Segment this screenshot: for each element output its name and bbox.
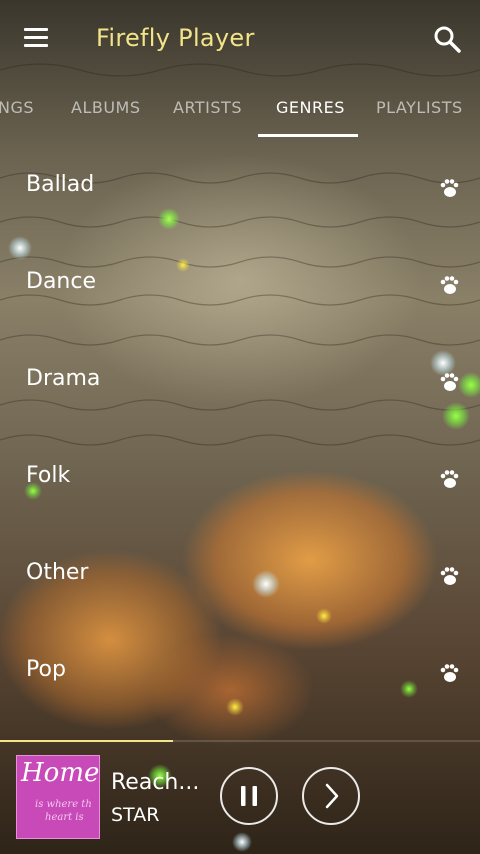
app-bar: Firefly Player (0, 0, 480, 76)
album-art[interactable]: Home is where th heart is (16, 755, 100, 839)
genre-list-item[interactable]: Ballad (0, 172, 480, 269)
genre-list-item[interactable]: Dance (0, 269, 480, 366)
tab-playlists[interactable]: PLAYLISTS (376, 98, 463, 117)
now-playing-bar: Home is where th heart is Reach... STAR (0, 742, 480, 854)
genre-label: Other (26, 560, 89, 585)
genre-label: Ballad (26, 172, 95, 197)
pause-button[interactable] (220, 767, 278, 825)
hamburger-menu-icon[interactable] (20, 22, 56, 54)
genre-label: Pop (26, 657, 66, 682)
tab-genres[interactable]: GENRES (276, 98, 345, 117)
paw-icon[interactable] (438, 566, 460, 588)
genre-label: Drama (26, 366, 101, 391)
tab-albums[interactable]: ALBUMS (71, 98, 141, 117)
paw-icon[interactable] (438, 372, 460, 394)
pause-icon (241, 786, 257, 806)
genre-label: Dance (26, 269, 96, 294)
tab-songs[interactable]: NGS (0, 98, 34, 117)
paw-icon[interactable] (438, 663, 460, 685)
app-title: Firefly Player (96, 24, 255, 52)
genre-list-item[interactable]: Drama (0, 366, 480, 463)
genre-label: Folk (26, 463, 71, 488)
search-icon[interactable] (432, 24, 464, 56)
track-artist[interactable]: STAR (111, 804, 159, 826)
genre-list-item[interactable]: Other (0, 560, 480, 657)
track-title[interactable]: Reach... (111, 770, 199, 795)
genre-list-item[interactable]: Folk (0, 463, 480, 560)
tab-artists[interactable]: ARTISTS (173, 98, 242, 117)
paw-icon[interactable] (438, 469, 460, 491)
album-art-title: Home (21, 758, 100, 788)
album-art-subtitle: is where th heart is (35, 799, 92, 823)
active-tab-indicator (258, 134, 358, 137)
next-button[interactable] (302, 767, 360, 825)
paw-icon[interactable] (438, 178, 460, 200)
tab-bar: NGS ALBUMS ARTISTS GENRES PLAYLISTS (0, 84, 480, 138)
paw-icon[interactable] (438, 275, 460, 297)
chevron-right-icon (325, 783, 339, 809)
